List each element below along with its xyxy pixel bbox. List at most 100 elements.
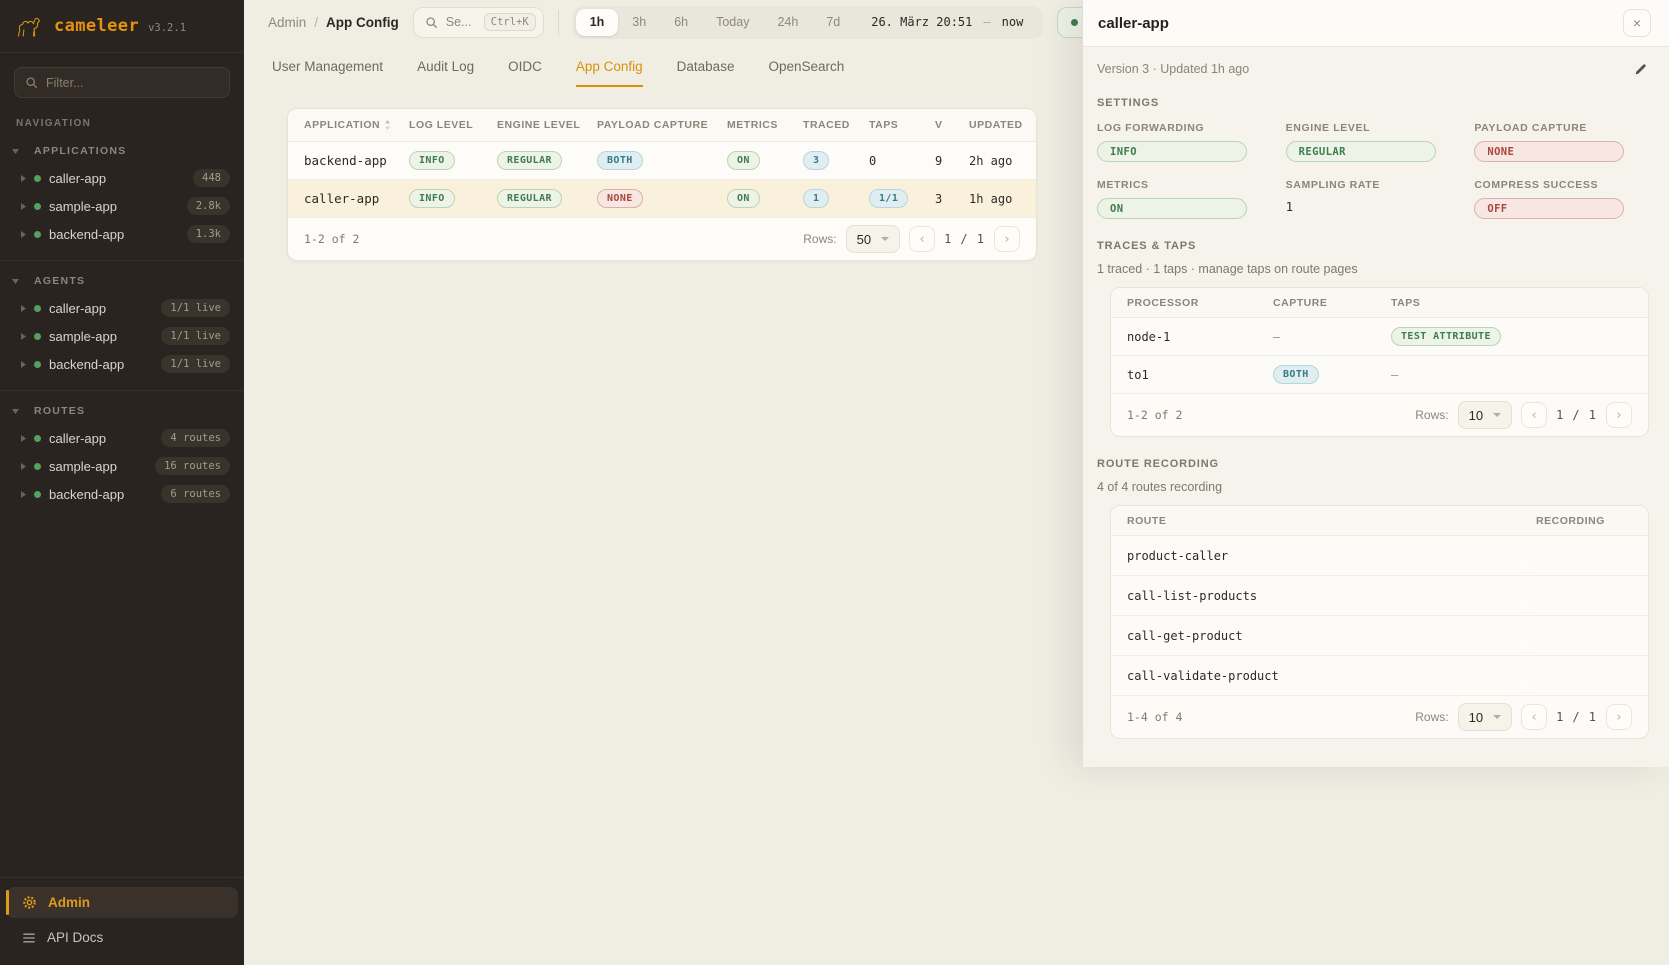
close-icon: ×	[1633, 15, 1641, 31]
sidebar-item-agents-sample-app[interactable]: sample-app 1/1 live	[0, 322, 244, 350]
traces-row-node-1[interactable]: node-1 — TEST ATTRIBUTE	[1111, 318, 1648, 356]
chevron-right-icon	[21, 175, 26, 182]
search-input[interactable]	[446, 15, 476, 29]
rows-per-page-select[interactable]: 10	[1458, 401, 1512, 429]
item-label: backend-app	[49, 487, 124, 502]
table-pagination: 1-2 of 2 Rows: 50 ‹ 1 / 1 ›	[288, 218, 1036, 260]
chevron-right-icon	[21, 231, 26, 238]
range-button-3h[interactable]: 3h	[618, 9, 660, 36]
traced-pill: 3	[803, 151, 829, 170]
column-header-route: ROUTE	[1127, 515, 1536, 527]
global-search[interactable]: Ctrl+K	[413, 7, 544, 38]
sidebar-item-admin[interactable]: Admin	[6, 887, 238, 918]
live-badge: 1/1 live	[161, 355, 230, 373]
column-header-log-level: LOG LEVEL	[409, 119, 497, 131]
traces-row-to1[interactable]: to1 BOTH —	[1111, 356, 1648, 394]
range-button-24h[interactable]: 24h	[763, 9, 812, 36]
sidebar-filter[interactable]	[14, 67, 230, 98]
section-header-routes[interactable]: ROUTES	[0, 399, 244, 424]
tab-opensearch[interactable]: OpenSearch	[768, 59, 844, 87]
cell-updated: 1h ago	[969, 192, 1020, 206]
gear-icon	[22, 895, 37, 910]
sidebar-item-applications-caller-app[interactable]: caller-app 448	[0, 164, 244, 192]
sidebar-item-agents-caller-app[interactable]: caller-app 1/1 live	[0, 294, 244, 322]
version-meta: Version 3 · Updated 1h ago	[1097, 62, 1249, 76]
shortcut-badge: Ctrl+K	[484, 13, 536, 31]
search-icon	[25, 76, 38, 89]
route-row-product-caller: product-caller	[1111, 536, 1648, 576]
tab-app-config[interactable]: App Config	[576, 59, 643, 87]
sidebar-section-routes: ROUTES caller-app 4 routes sample-app 16…	[0, 391, 244, 508]
chevron-right-icon	[21, 361, 26, 368]
traces-header-row: PROCESSOR CAPTURE TAPS	[1111, 288, 1648, 318]
column-header-application[interactable]: APPLICATION	[304, 119, 409, 131]
settings-grid: LOG FORWARDING INFO ENGINE LEVEL REGULAR…	[1097, 122, 1649, 219]
section-header-agents[interactable]: AGENTS	[0, 269, 244, 294]
breadcrumb-parent[interactable]: Admin	[268, 15, 306, 30]
next-page-button[interactable]: ›	[1606, 704, 1632, 730]
time-range-display[interactable]: 26. März 20:51 — now	[854, 15, 1040, 29]
item-label: sample-app	[49, 199, 117, 214]
item-label: sample-app	[49, 329, 117, 344]
list-icon	[22, 932, 36, 944]
chevron-down-icon	[1493, 413, 1501, 417]
field-log-forwarding: LOG FORWARDING INFO	[1097, 122, 1272, 162]
sidebar-item-routes-caller-app[interactable]: caller-app 4 routes	[0, 424, 244, 452]
chevron-down-icon	[12, 279, 19, 284]
cell-route: call-list-products	[1127, 589, 1536, 603]
section-header-applications[interactable]: APPLICATIONS	[0, 139, 244, 164]
sidebar-item-applications-sample-app[interactable]: sample-app 2.8k	[0, 192, 244, 220]
live-badge: 1/1 live	[161, 327, 230, 345]
app-version: v3.2.1	[148, 22, 186, 34]
next-page-button[interactable]: ›	[994, 226, 1020, 252]
close-panel-button[interactable]: ×	[1623, 9, 1651, 37]
metrics-pill: ON	[727, 151, 760, 170]
payload-capture-pill: NONE	[597, 189, 643, 208]
range-button-6h[interactable]: 6h	[660, 9, 702, 36]
tab-oidc[interactable]: OIDC	[508, 59, 542, 87]
tab-audit-log[interactable]: Audit Log	[417, 59, 474, 87]
sidebar-item-applications-backend-app[interactable]: backend-app 1.3k	[0, 220, 244, 248]
route-row-call-get-product: call-get-product	[1111, 616, 1648, 656]
cell-application: caller-app	[304, 191, 409, 206]
range-button-1h[interactable]: 1h	[576, 9, 619, 36]
cell-processor: node-1	[1127, 330, 1273, 344]
count-badge: 448	[193, 169, 230, 187]
sort-icon	[384, 120, 391, 130]
rows-per-page-select[interactable]: 10	[1458, 703, 1512, 731]
chevron-down-icon	[1493, 715, 1501, 719]
prev-page-button[interactable]: ‹	[909, 226, 935, 252]
api-docs-label: API Docs	[47, 930, 103, 945]
column-header-traced: TRACED	[803, 119, 869, 131]
rows-per-page-select[interactable]: 50	[846, 225, 900, 253]
range-button-7d[interactable]: 7d	[812, 9, 854, 36]
next-page-button[interactable]: ›	[1606, 402, 1632, 428]
chevron-right-icon	[21, 435, 26, 442]
prev-page-button[interactable]: ‹	[1521, 402, 1547, 428]
sidebar-item-api-docs[interactable]: API Docs	[6, 922, 238, 953]
prev-page-button[interactable]: ‹	[1521, 704, 1547, 730]
sidebar-item-agents-backend-app[interactable]: backend-app 1/1 live	[0, 350, 244, 378]
routes-table: ROUTE RECORDING product-caller call-list…	[1110, 505, 1649, 739]
sidebar-section-applications: APPLICATIONS caller-app 448 sample-app 2…	[0, 131, 244, 261]
table-row-backend-app[interactable]: backend-app INFO REGULAR BOTH ON 3 0 9 2…	[288, 142, 1036, 180]
range-button-today[interactable]: Today	[702, 9, 763, 36]
logo-row: cameleer v3.2.1	[0, 0, 244, 53]
tab-database[interactable]: Database	[677, 59, 735, 87]
column-header-payload-capture: PAYLOAD CAPTURE	[597, 119, 727, 131]
search-icon	[425, 16, 438, 29]
routes-header-row: ROUTE RECORDING	[1111, 506, 1648, 536]
status-dot	[34, 463, 41, 470]
item-label: sample-app	[49, 459, 117, 474]
sidebar-item-routes-backend-app[interactable]: backend-app 6 routes	[0, 480, 244, 508]
log-level-pill: INFO	[409, 151, 455, 170]
edit-icon[interactable]	[1634, 63, 1647, 76]
column-header-capture: CAPTURE	[1273, 297, 1391, 309]
sidebar-item-routes-sample-app[interactable]: sample-app 16 routes	[0, 452, 244, 480]
chevron-right-icon	[21, 463, 26, 470]
table-row-caller-app[interactable]: caller-app INFO REGULAR NONE ON 1 1/1 3 …	[288, 180, 1036, 218]
filter-input[interactable]	[46, 76, 196, 90]
tab-user-management[interactable]: User Management	[272, 59, 383, 87]
column-header-updated: UPDATED	[969, 119, 1023, 131]
column-header-v: V	[935, 119, 969, 131]
